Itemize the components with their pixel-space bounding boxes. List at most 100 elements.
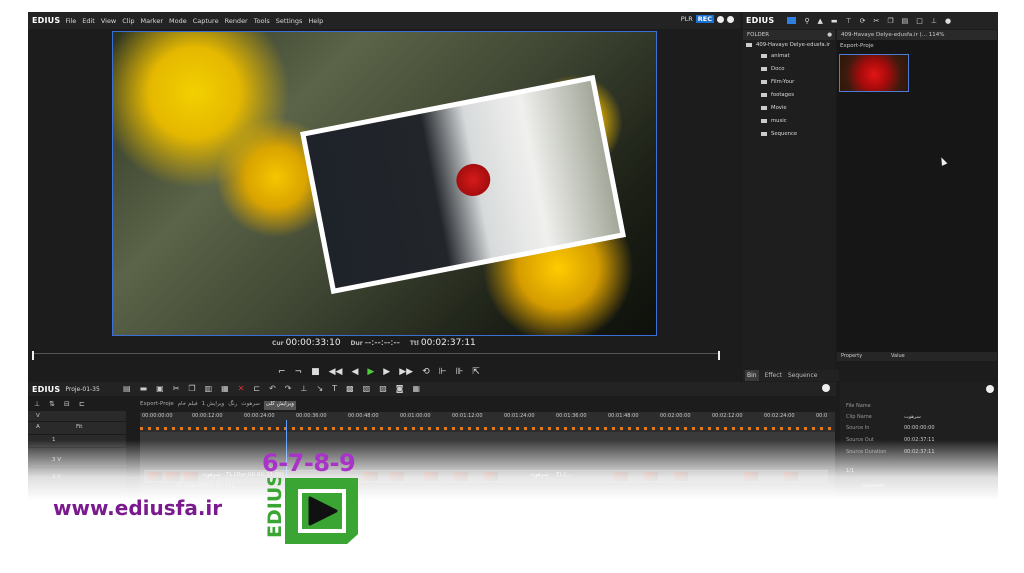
paste-icon[interactable]: ▥: [205, 384, 213, 393]
slider-end-handle[interactable]: [718, 351, 720, 360]
rewind-icon[interactable]: ◀◀: [329, 367, 343, 377]
info-close-icon[interactable]: [986, 385, 994, 393]
copy-icon[interactable]: ❐: [887, 17, 893, 25]
fast-forward-icon[interactable]: ▶▶: [399, 367, 413, 377]
export-icon[interactable]: ⇱: [472, 367, 480, 377]
import-icon[interactable]: ⟳: [860, 17, 866, 25]
step-back-icon[interactable]: ◀: [351, 367, 358, 377]
clip-thumb: [166, 472, 180, 481]
tab-bin[interactable]: Bin: [745, 370, 759, 381]
menu-edit[interactable]: Edit: [82, 17, 95, 25]
marker-icon[interactable]: ▦: [413, 384, 421, 393]
delete-tl-icon[interactable]: ✕: [238, 384, 245, 393]
folder-view-icon[interactable]: [787, 17, 797, 24]
mixer-icon[interactable]: ▨: [379, 384, 387, 393]
rec-button[interactable]: REC: [695, 15, 714, 23]
folder-close-icon[interactable]: ●: [827, 30, 832, 40]
clip-label-sarhout-2: سرهوت: [530, 472, 549, 478]
mark-out-icon[interactable]: ¬: [295, 367, 303, 377]
ripple-icon[interactable]: ⊏: [253, 384, 260, 393]
tab-sequence-marker[interactable]: Sequence marker: [788, 370, 839, 390]
undo-icon[interactable]: ↶: [269, 384, 276, 393]
save-icon[interactable]: ▣: [156, 384, 164, 393]
folder-animat[interactable]: animat: [743, 51, 835, 64]
overwrite-icon[interactable]: ⊪: [455, 367, 463, 377]
plr-button[interactable]: PLR: [681, 15, 693, 23]
up-icon[interactable]: ▲: [817, 17, 822, 25]
replace-icon[interactable]: ▦: [221, 384, 229, 393]
position-slider[interactable]: [32, 351, 720, 360]
menu-clip[interactable]: Clip: [122, 17, 134, 25]
sequence-icon[interactable]: ▤: [123, 384, 131, 393]
tab-edit-1[interactable]: ویرایش 1: [202, 401, 225, 410]
clip-thumbnail[interactable]: [839, 54, 909, 92]
render-icon[interactable]: ▧: [363, 384, 371, 393]
track-3v[interactable]: 3 V: [28, 455, 126, 468]
menu-tools[interactable]: Tools: [254, 17, 270, 25]
delete-icon[interactable]: ▤: [902, 17, 909, 25]
new-folder-icon[interactable]: ▬: [831, 17, 838, 25]
menu-capture[interactable]: Capture: [193, 17, 219, 25]
layouter-row[interactable]: Layouter: [862, 483, 884, 489]
track-v[interactable]: V: [28, 411, 126, 422]
menu-view[interactable]: View: [101, 17, 116, 25]
menu-file[interactable]: File: [65, 17, 76, 25]
track-1[interactable]: 1: [28, 435, 126, 448]
menu-marker[interactable]: Marker: [141, 17, 163, 25]
video-clip-strip[interactable]: سرهوت TL [Dur:00:00:33:00] سرهوت TL [...: [144, 470, 828, 483]
track-a[interactable]: A Fit: [28, 422, 126, 435]
menu-render[interactable]: Render: [225, 17, 248, 25]
tab-raw[interactable]: فیلم خام: [178, 401, 198, 410]
redo-icon[interactable]: ↷: [285, 384, 292, 393]
menu-help[interactable]: Help: [308, 17, 323, 25]
tab-export-proje[interactable]: Export-Proje: [140, 401, 174, 410]
menu-mode[interactable]: Mode: [169, 17, 187, 25]
add-clip-icon[interactable]: ⊤: [846, 17, 852, 25]
tab-sarhout[interactable]: سرهوت: [241, 401, 260, 410]
transport-controls: ⌐ ¬ ■ ◀◀ ◀ ▶ ▶ ▶▶ ⟲ ⊩ ⊪ ⇱: [278, 367, 480, 377]
bouquet-image: [453, 160, 494, 199]
cut-tl-icon[interactable]: ✂: [173, 384, 180, 393]
cut-icon[interactable]: ✂: [873, 17, 879, 25]
open-icon[interactable]: ▬: [140, 384, 148, 393]
tree-root[interactable]: 409-Havaye Delye-edusfa.ir: [743, 40, 835, 51]
folder-movie[interactable]: Movie: [743, 103, 835, 116]
sync-icon[interactable]: ⇅: [49, 400, 55, 408]
fit-dropdown[interactable]: Fit: [76, 424, 82, 430]
link-icon[interactable]: ⊟: [64, 400, 70, 408]
loop-icon[interactable]: ⟲: [422, 367, 430, 377]
stop-icon[interactable]: ■: [311, 367, 320, 377]
preview-monitor[interactable]: [112, 31, 657, 336]
track-2v[interactable]: 2 V: [28, 472, 126, 485]
snapshot-icon[interactable]: ◙: [396, 384, 404, 393]
slider-start-handle[interactable]: [32, 351, 34, 360]
tab-color[interactable]: رنگ: [228, 401, 237, 410]
insert-mode-icon[interactable]: ⊥: [34, 400, 40, 408]
play-icon[interactable]: ▶: [367, 367, 374, 377]
folder-footages[interactable]: footages: [743, 90, 835, 103]
group-icon[interactable]: ⊏: [79, 400, 85, 408]
folder-doco[interactable]: Doco: [743, 64, 835, 77]
mode-icon[interactable]: [717, 15, 724, 23]
menu-settings[interactable]: Settings: [276, 17, 303, 25]
copy-tl-icon[interactable]: ❐: [188, 384, 195, 393]
snap-icon[interactable]: ↘: [316, 384, 323, 393]
insert-icon[interactable]: ⊩: [439, 367, 447, 377]
settings-icon[interactable]: ⊥: [931, 17, 937, 25]
folder-film-your[interactable]: Film-Your: [743, 77, 835, 90]
timeline-ruler[interactable]: 00:00:00:00 00:00:12:00 00:00:24:00 00:0…: [140, 412, 835, 432]
folder-sequence[interactable]: Sequence: [743, 129, 835, 142]
properties-icon[interactable]: □: [916, 17, 923, 25]
bin-close-icon[interactable]: ●: [945, 17, 951, 25]
close-icon[interactable]: [727, 15, 734, 23]
add-edit-icon[interactable]: ⊥: [301, 384, 308, 393]
search-icon[interactable]: ⚲: [804, 17, 809, 25]
title-icon[interactable]: T: [332, 384, 337, 393]
mark-in-icon[interactable]: ⌐: [278, 367, 286, 377]
timeline-close-icon[interactable]: [822, 384, 830, 392]
folder-music[interactable]: music: [743, 116, 835, 129]
tab-edit-all[interactable]: ویرایش کلی: [263, 401, 296, 410]
tab-effect[interactable]: Effect: [765, 370, 782, 381]
step-forward-icon[interactable]: ▶: [383, 367, 390, 377]
audio-icon[interactable]: ▩: [346, 384, 354, 393]
